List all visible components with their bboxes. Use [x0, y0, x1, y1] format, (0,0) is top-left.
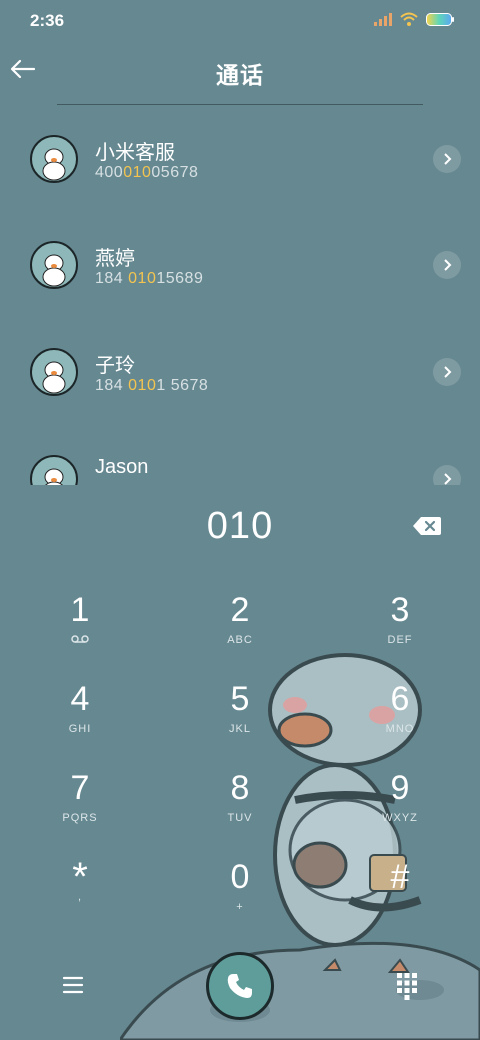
menu-button[interactable]	[58, 972, 88, 998]
key-letters: DEF	[387, 634, 413, 646]
contact-name: Jason	[95, 456, 149, 478]
bottom-bar	[0, 950, 480, 1040]
key-digit: 9	[390, 769, 410, 807]
key-letters	[20, 634, 140, 646]
duck-avatar-icon	[42, 254, 66, 287]
key-0[interactable]: 0 +	[180, 857, 300, 937]
contact-row[interactable]: 子玲 184 0101 5678	[0, 318, 480, 418]
contact-detail-button[interactable]	[433, 465, 461, 485]
key-letters: ABC	[227, 634, 253, 646]
contact-row[interactable]: 燕婷 184 01015689	[0, 211, 480, 311]
key-letters: GHI	[68, 723, 92, 735]
contact-detail-button[interactable]	[433, 145, 461, 173]
key-letters: WXYZ	[382, 812, 418, 824]
dialpad-toggle-button[interactable]	[394, 970, 420, 1000]
key-digit: 1	[70, 591, 90, 629]
contact-row[interactable]: 小米客服 40001005678	[0, 105, 480, 205]
key-letters: +	[236, 901, 244, 913]
chevron-right-icon	[444, 366, 452, 378]
avatar	[30, 135, 78, 183]
dialed-number: 010	[206, 505, 274, 547]
contact-number: 40001005678	[95, 164, 199, 181]
key-2[interactable]: 2 ABC	[180, 590, 300, 670]
key-3[interactable]: 3 DEF	[340, 590, 460, 670]
chevron-right-icon	[444, 473, 452, 485]
key-6[interactable]: 6 MNO	[340, 679, 460, 759]
dialpad-icon	[397, 973, 417, 1000]
duck-avatar-icon	[42, 148, 66, 181]
status-icons	[374, 12, 454, 26]
contact-name: 子玲	[95, 355, 135, 377]
contact-detail-button[interactable]	[433, 251, 461, 279]
contact-number: 184 01015689	[95, 270, 204, 287]
status-bar: 2:36	[0, 0, 480, 42]
key-letters: ,	[77, 891, 83, 903]
key-digit: 7	[70, 769, 90, 807]
key-letters: MNO	[385, 723, 415, 735]
contact-row[interactable]: Jason	[0, 425, 480, 485]
contact-name: 小米客服	[95, 142, 175, 164]
key-7[interactable]: 7 PQRS	[20, 768, 140, 848]
avatar	[30, 455, 78, 485]
contact-list: 小米客服 40001005678 燕婷 184 01015689 子玲 184 …	[0, 105, 480, 485]
backspace-button[interactable]	[412, 515, 442, 537]
keypad: 1 2 ABC 3 DEF 4 GHI 5 JKL 6 MNO 7 PQRS 8…	[0, 590, 480, 950]
key-digit: 3	[390, 591, 410, 629]
key-digit: 0	[230, 858, 250, 896]
key-digit: 5	[230, 680, 250, 718]
chevron-right-icon	[444, 259, 452, 271]
header: 通话	[0, 42, 480, 104]
key-5[interactable]: 5 JKL	[180, 679, 300, 759]
avatar	[30, 241, 78, 289]
voicemail-icon	[71, 635, 89, 643]
page-title: 通话	[216, 62, 264, 88]
key-8[interactable]: 8 TUV	[180, 768, 300, 848]
signal-icon	[374, 12, 392, 26]
key-1[interactable]: 1	[20, 590, 140, 670]
contact-number: 184 0101 5678	[95, 377, 209, 394]
key-digit: #	[390, 858, 410, 896]
backspace-icon	[413, 517, 441, 535]
menu-icon	[62, 976, 84, 994]
chevron-right-icon	[444, 153, 452, 165]
key-digit: 4	[70, 680, 90, 718]
key-4[interactable]: 4 GHI	[20, 679, 140, 759]
key-letters: PQRS	[62, 812, 98, 824]
key-star[interactable]: * ,	[20, 857, 140, 937]
battery-icon	[426, 12, 454, 26]
key-9[interactable]: 9 WXYZ	[340, 768, 460, 848]
key-letters: JKL	[229, 723, 251, 735]
call-button[interactable]	[206, 952, 274, 1020]
contact-detail-button[interactable]	[433, 358, 461, 386]
key-digit: 8	[230, 769, 250, 807]
key-digit: 6	[390, 680, 410, 718]
phone-icon	[227, 974, 252, 998]
key-hash[interactable]: #	[340, 857, 460, 937]
wifi-icon	[400, 12, 418, 26]
status-time: 2:36	[30, 11, 65, 30]
duck-avatar-icon	[42, 361, 66, 394]
key-letters: TUV	[227, 812, 253, 824]
avatar	[30, 348, 78, 396]
duck-avatar-icon	[44, 468, 64, 485]
key-digit: 2	[230, 591, 250, 629]
contact-name: 燕婷	[95, 248, 135, 270]
